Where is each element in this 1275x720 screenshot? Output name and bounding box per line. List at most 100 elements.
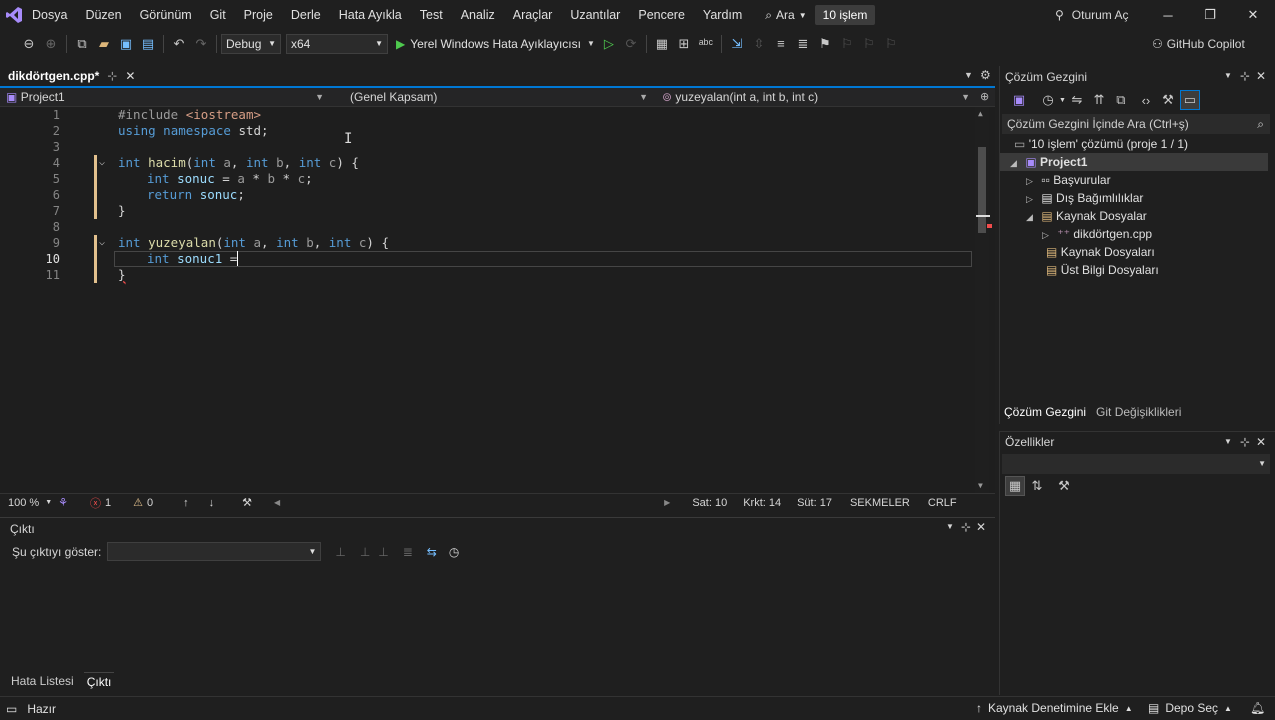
uncomment-icon[interactable]: ≣ [793,34,813,54]
collapse-icon[interactable]: ⌵ [99,157,105,168]
close-icon[interactable]: ✕ [1256,435,1266,449]
property-pages-icon[interactable]: ⚒ [1054,476,1074,496]
tab-git-changes[interactable]: Git Değişiklikleri [1096,405,1181,419]
sync-icon[interactable]: ⇋ [1067,90,1087,110]
platform-select[interactable]: x64 ▼ [286,33,388,54]
github-copilot-button[interactable]: ⚇ GitHub Copilot [1152,30,1245,57]
vs-switch-views-icon[interactable]: ▣ [1009,90,1029,110]
new-project-icon[interactable]: ⧉ [72,34,92,54]
visual-studio-logo-icon[interactable] [0,0,28,30]
code-view-icon[interactable]: ‹› [1136,90,1156,110]
pin-icon[interactable]: ⊹ [107,69,117,83]
save-all-icon[interactable]: ▤ [138,34,158,54]
arrow-up-icon[interactable]: ↑ [183,497,189,509]
tree-solution[interactable]: ▭ '10 işlem' çözümü (proje 1 / 1) [1014,135,1188,153]
code-cleanup-icon[interactable]: ⚒ [242,496,252,509]
scroll-down-icon[interactable]: ▼ [978,481,983,490]
prev-message-icon[interactable]: ⊥ [360,545,370,559]
line-indicator[interactable]: Sat: 10 [692,497,727,509]
comment-icon[interactable]: ≡ [771,34,791,54]
preview-icon[interactable]: ▭ [1179,90,1200,110]
configuration-select[interactable]: Debug ▼ [221,33,281,54]
tree-source-files[interactable]: ◢ ▤ Kaynak Dosyalar [1026,207,1147,225]
search-button[interactable]: ⌕ Ara ▼ [765,8,806,23]
start-without-debugging-icon[interactable]: ▷ [599,34,619,54]
menu-tools[interactable]: Araçlar [504,0,562,30]
output-source-select[interactable]: ▼ [107,542,322,561]
restore-button[interactable]: ❐ [1188,0,1232,30]
warning-count[interactable]: 0 [147,497,153,509]
menu-test[interactable]: Test [411,0,452,30]
char-indicator[interactable]: Krkt: 14 [743,497,781,509]
panel-menu-icon[interactable]: ▼ [1224,437,1232,446]
alphabetical-icon[interactable]: ⇅ [1027,476,1047,496]
scope-combo[interactable]: (Genel Kapsam) ▼ [344,88,652,106]
close-icon[interactable]: ✕ [976,520,986,534]
minimize-button[interactable]: ─ [1146,0,1190,30]
menu-debug[interactable]: Hata Ayıkla [330,0,411,30]
close-window-button[interactable]: ✕ [1231,0,1275,30]
project-combo[interactable]: ▣ Project1 ▼ [0,88,328,106]
line-ending-indicator[interactable]: CRLF [928,497,957,509]
zoom-level[interactable]: 100 % [8,497,39,509]
scroll-up-icon[interactable]: ▲ [978,109,983,118]
browse-icon[interactable]: ▦ [652,34,672,54]
step-over-icon[interactable]: ⇳ [749,34,769,54]
scroll-thumb[interactable] [978,147,986,233]
tree-header-files[interactable]: ▤ Üst Bilgi Dosyaları [1038,261,1159,279]
properties-object-select[interactable]: ▼ [1002,454,1270,474]
member-combo[interactable]: ⊚ yuzeyalan(int a, int b, int c) ▼ [656,88,974,106]
solution-name-badge[interactable]: 10 işlem [814,5,876,25]
pin-icon[interactable]: ⊹ [1240,435,1250,449]
open-folder-icon[interactable]: ▰ [94,34,114,54]
next-bookmark-icon[interactable]: ⚐ [859,34,879,54]
sign-in-button[interactable]: ⚲ Oturum Aç [1055,0,1128,30]
menu-analyze[interactable]: Analiz [452,0,504,30]
menu-edit[interactable]: Düzen [76,0,130,30]
next-message-icon[interactable]: ⊥ [378,545,388,559]
find-message-icon[interactable]: ⊥ [335,545,345,559]
forward-icon[interactable]: ⊕ [41,34,61,54]
panel-menu-icon[interactable]: ▼ [946,522,954,531]
close-icon[interactable]: ✕ [125,69,135,83]
vertical-scrollbar[interactable]: ▲ ▼ [975,107,989,493]
gear-icon[interactable]: ⚙ [980,68,991,82]
split-icon[interactable]: ⊕ [980,90,989,103]
collapse-icon[interactable]: ⌵ [99,237,105,248]
menu-window[interactable]: Pencere [629,0,694,30]
show-all-files-icon[interactable]: ⧉ [1111,90,1131,110]
col-indicator[interactable]: Süt: 17 [797,497,832,509]
step-icon[interactable]: ⇲ [727,34,747,54]
arrow-down-icon[interactable]: ↓ [209,497,215,509]
tree-project[interactable]: ◢ ▣ Project1 [1000,153,1268,171]
redo-icon[interactable]: ↷ [191,34,211,54]
menu-project[interactable]: Proje [235,0,282,30]
clear-bookmarks-icon[interactable]: ⚐ [881,34,901,54]
pin-icon[interactable]: ⊹ [1240,69,1250,83]
scroll-left-icon[interactable]: ◀ [274,498,280,507]
menu-view[interactable]: Görünüm [131,0,201,30]
menu-file[interactable]: Dosya [28,0,76,30]
panel-menu-icon[interactable]: ▼ [1224,71,1232,80]
menu-git[interactable]: Git [201,0,235,30]
notifications-icon[interactable]: 🔔︎ [1250,701,1265,715]
health-icon[interactable]: ⚘ [58,496,68,509]
error-count[interactable]: 1 [105,497,111,509]
tab-output[interactable]: Çıktı [83,671,115,691]
tree-resource-files[interactable]: ▤ Kaynak Dosyaları [1038,243,1155,261]
pin-icon[interactable]: ⊹ [961,520,971,534]
wrench-icon[interactable]: ⚒ [1158,90,1178,110]
tree-references[interactable]: ▷ ▫▫ Başvurular [1026,171,1111,189]
tabs-indicator[interactable]: SEKMELER [850,497,910,509]
close-icon[interactable]: ✕ [1256,69,1266,83]
undo-icon[interactable]: ↶ [169,34,189,54]
word-wrap-icon[interactable]: ⇆ [427,545,437,559]
save-icon[interactable]: ▣ [116,34,136,54]
categorized-icon[interactable]: ▦ [1005,476,1025,496]
code-editor[interactable]: 1 2 3 4 5 6 7 8 9 10 11 ⌵ ⌵ #include <io… [0,107,995,493]
select-repository-button[interactable]: ▤ Depo Seç ▲ [1148,701,1232,715]
menu-build[interactable]: Derle [282,0,330,30]
clock-icon[interactable]: ◷ [449,545,459,559]
tree-file-cpp[interactable]: ▷ ⁺⁺ dikdörtgen.cpp [1042,225,1152,243]
tab-dikdortgen-cpp[interactable]: dikdörtgen.cpp* ⊹ ✕ [0,66,142,86]
